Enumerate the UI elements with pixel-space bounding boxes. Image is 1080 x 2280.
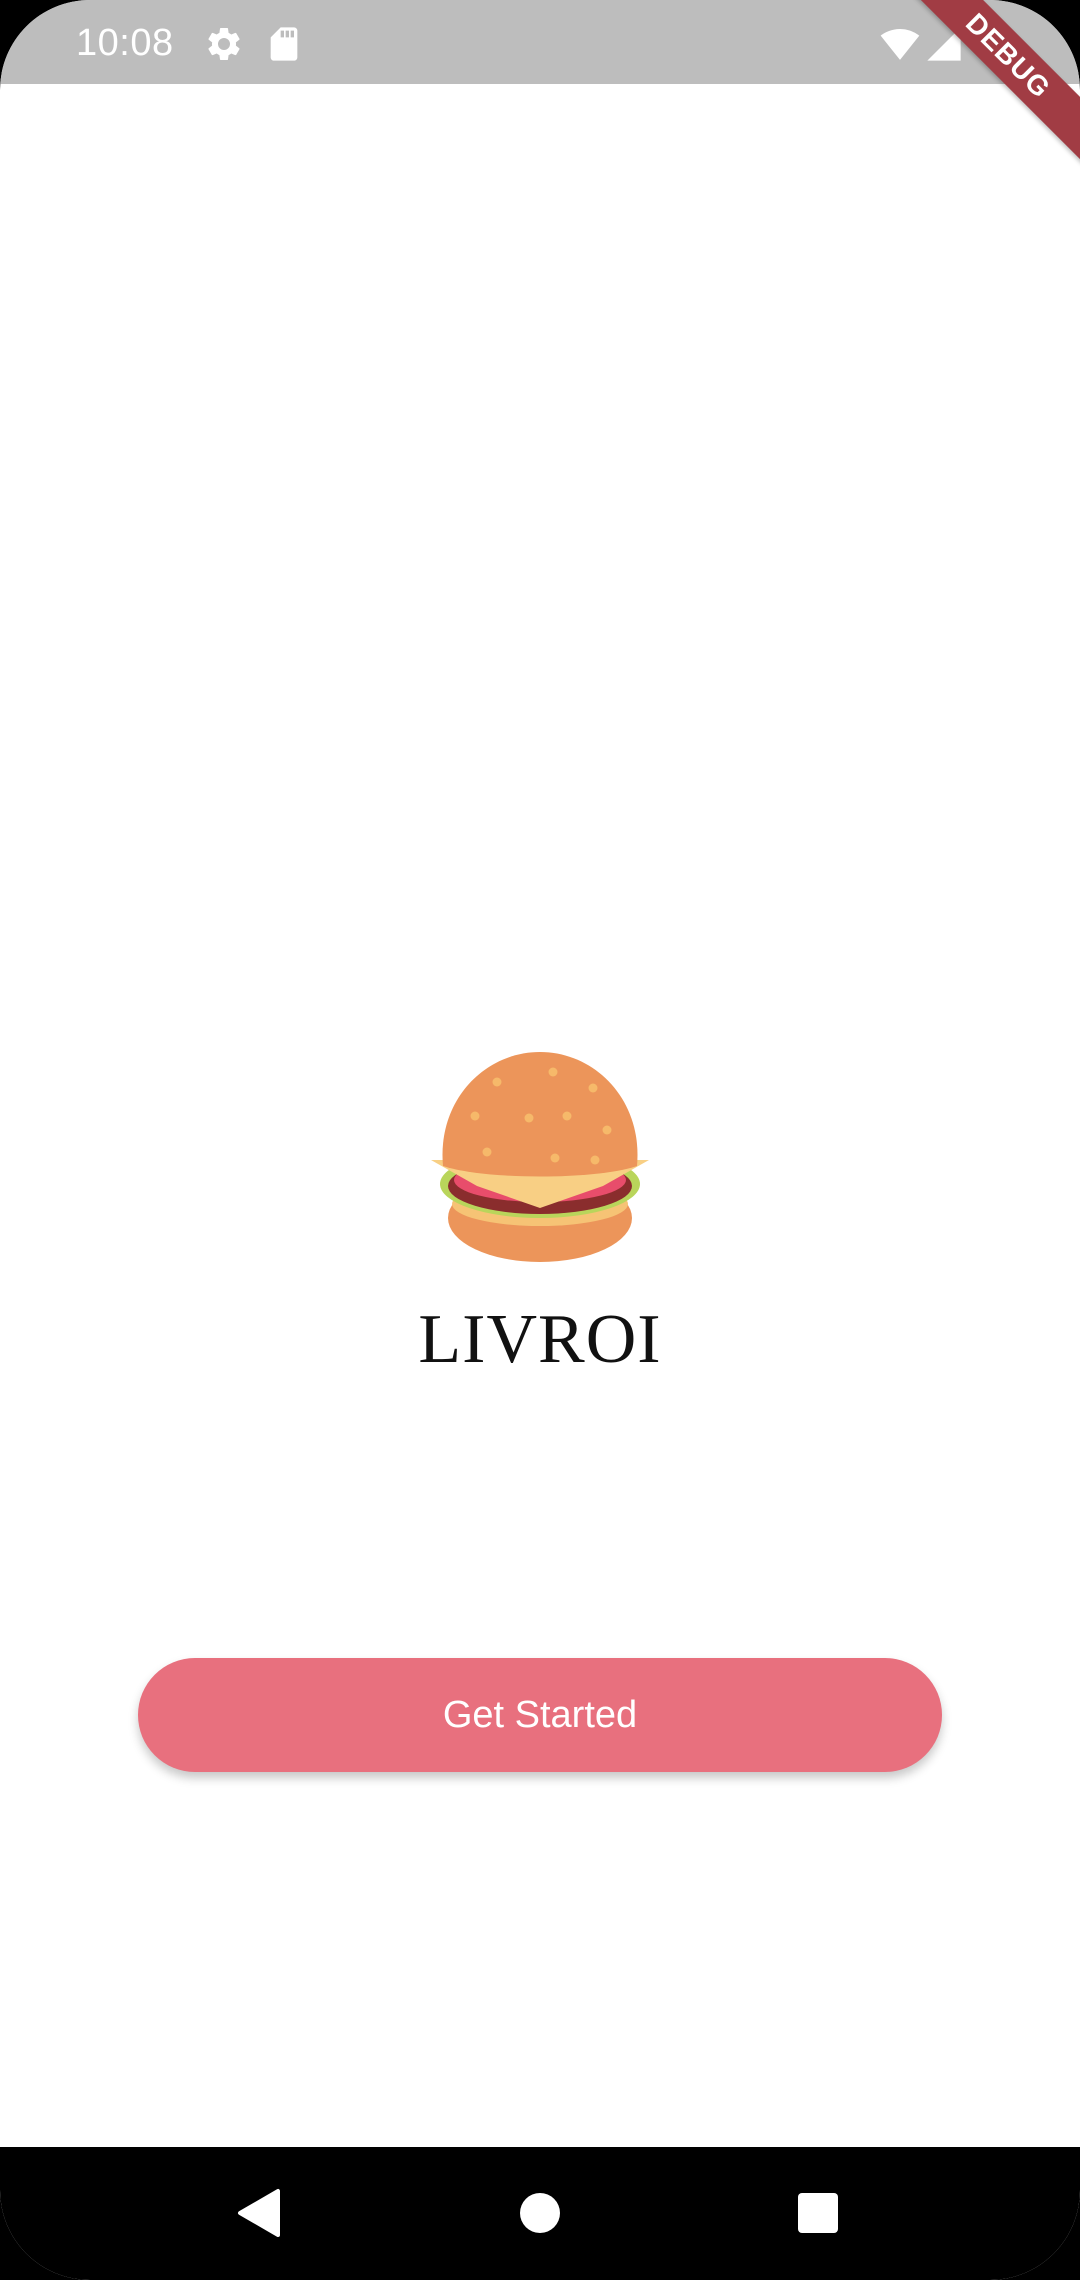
status-time: 10:08: [76, 22, 174, 64]
settings-icon: [208, 27, 240, 60]
back-icon[interactable]: [222, 2175, 298, 2251]
get-started-button[interactable]: Get Started: [138, 1658, 942, 1772]
navigation-bar: [0, 2147, 1080, 2280]
sd-card-icon: [270, 27, 298, 61]
status-bar: 10:08 DEBUG: [0, 0, 1080, 164]
recents-icon[interactable]: [780, 2175, 856, 2251]
app-title: LIVROI: [418, 1301, 662, 1378]
home-icon[interactable]: [502, 2175, 578, 2251]
wifi-icon: [880, 29, 920, 60]
burger-icon: [431, 1052, 649, 1262]
phone-screen: 10:08 DEBUG LIVROI Get Started: [0, 0, 1080, 2280]
